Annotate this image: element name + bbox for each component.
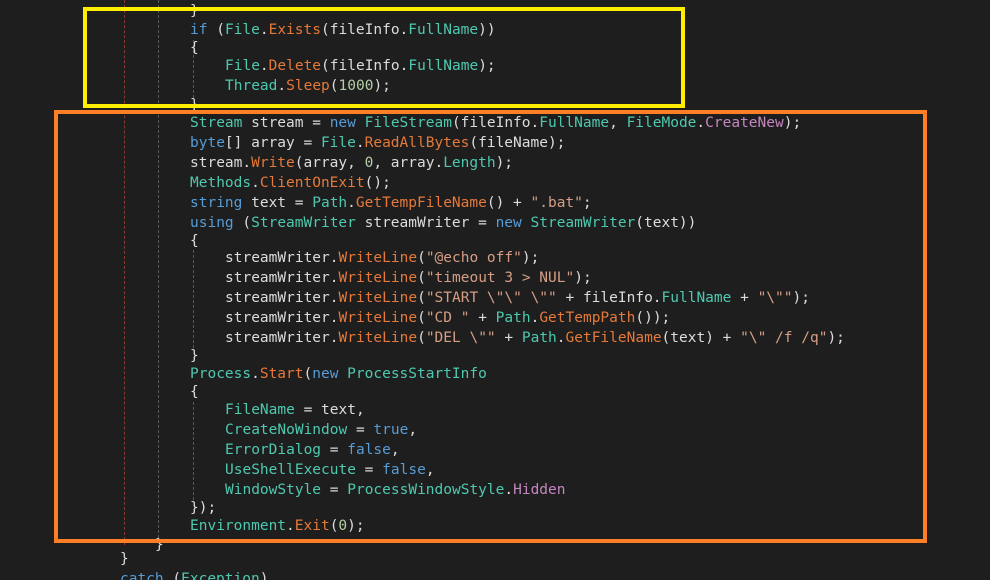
orange-highlight-box [54, 110, 927, 543]
image-border [0, 580, 1000, 587]
code-editor[interactable]: } if (File.Exists(fileInfo.FullName)){Fil… [0, 0, 1000, 587]
yellow-highlight-box [83, 7, 685, 108]
code-line[interactable]: } [120, 549, 129, 569]
image-border [990, 0, 1000, 587]
code-token: } [120, 551, 129, 567]
